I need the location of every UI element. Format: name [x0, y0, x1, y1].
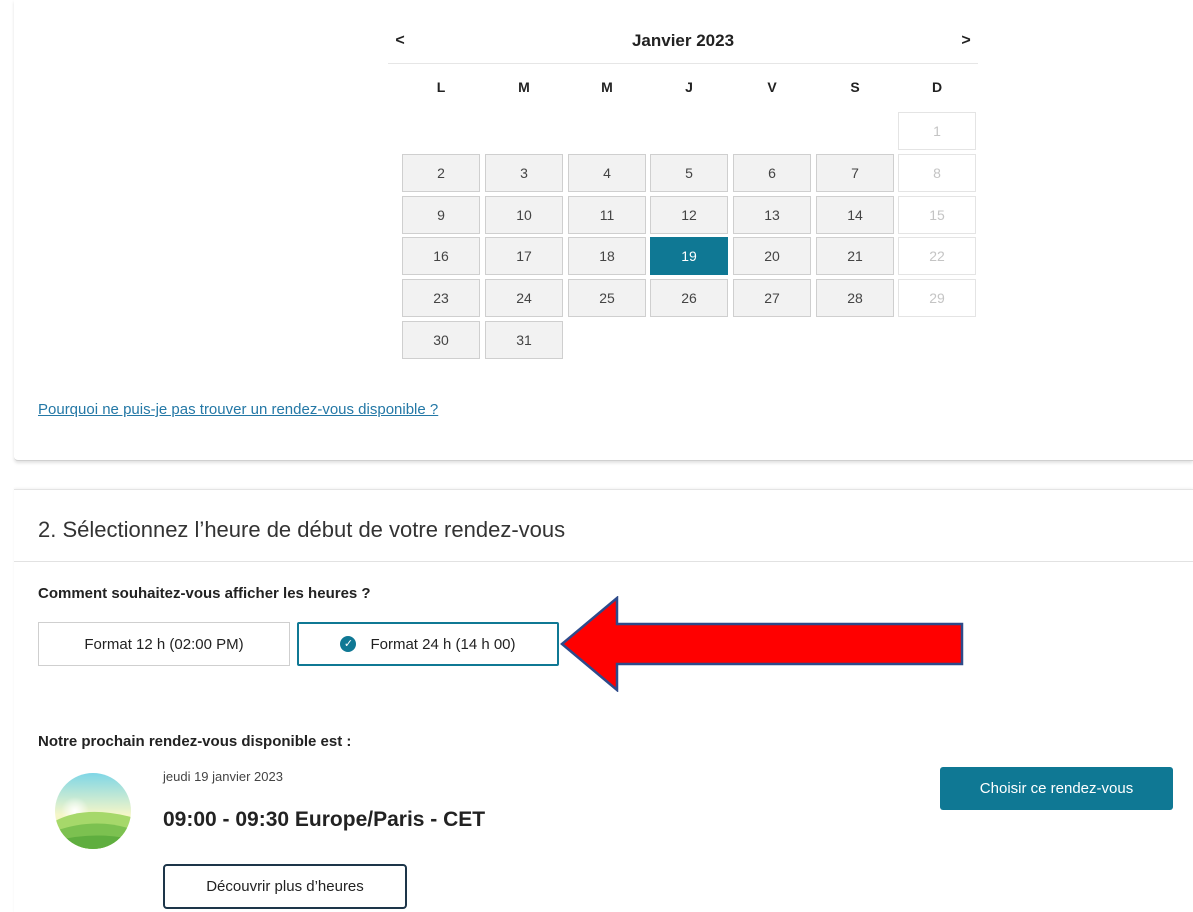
- weekday-header: V: [767, 79, 777, 95]
- next-month-button[interactable]: >: [954, 32, 978, 50]
- format-12h-button[interactable]: Format 12 h (02:00 PM): [38, 622, 290, 666]
- calendar-day[interactable]: 17: [485, 237, 563, 275]
- weekday-header: M: [518, 79, 530, 95]
- calendar-day[interactable]: 6: [733, 154, 811, 192]
- calendar-header: < Janvier 2023 >: [388, 28, 978, 64]
- calendar-day[interactable]: 21: [816, 237, 894, 275]
- calendar-day: 1: [898, 112, 976, 150]
- calendar-day[interactable]: 30: [402, 321, 480, 359]
- section-title: 2. Sélectionnez l’heure de début de votr…: [38, 517, 566, 542]
- calendar-day[interactable]: 28: [816, 279, 894, 317]
- calendar-day[interactable]: 23: [402, 279, 480, 317]
- calendar-day[interactable]: 26: [650, 279, 728, 317]
- calendar-day[interactable]: 5: [650, 154, 728, 192]
- weekday-header: L: [436, 79, 446, 95]
- calendar-day[interactable]: 24: [485, 279, 563, 317]
- calendar-day[interactable]: 3: [485, 154, 563, 192]
- time-card: [14, 489, 1193, 912]
- weekday-header: S: [850, 79, 860, 95]
- calendar-day[interactable]: 2: [402, 154, 480, 192]
- section-divider: [14, 561, 1193, 562]
- calendar-day[interactable]: 20: [733, 237, 811, 275]
- calendar-day[interactable]: 11: [568, 196, 646, 234]
- calendar-day[interactable]: 27: [733, 279, 811, 317]
- calendar-month-title: Janvier 2023: [631, 31, 735, 50]
- appointment-time: 09:00 - 09:30 Europe/Paris - CET: [163, 808, 486, 831]
- red-arrow-annotation: [560, 596, 964, 692]
- calendar-day[interactable]: 10: [485, 196, 563, 234]
- calendar-day[interactable]: 31: [485, 321, 563, 359]
- weekday-header: M: [601, 79, 613, 95]
- calendar-day[interactable]: 25: [568, 279, 646, 317]
- more-times-button[interactable]: Découvrir plus d’heures: [163, 864, 407, 909]
- calendar-day[interactable]: 9: [402, 196, 480, 234]
- calendar-day: 22: [898, 237, 976, 275]
- sunrise-landscape-icon: [55, 773, 131, 849]
- calendar-day[interactable]: 16: [402, 237, 480, 275]
- format-question: Comment souhaitez-vous afficher les heur…: [38, 585, 371, 602]
- format-24h-button[interactable]: ✓ Format 24 h (14 h 00): [297, 622, 559, 666]
- calendar-day[interactable]: 4: [568, 154, 646, 192]
- format-12h-label: Format 12 h (02:00 PM): [84, 635, 244, 653]
- calendar-day[interactable]: 13: [733, 196, 811, 234]
- appointment-date: jeudi 19 janvier 2023: [163, 769, 283, 784]
- weekday-header: J: [685, 79, 693, 95]
- help-link[interactable]: Pourquoi ne puis-je pas trouver un rende…: [38, 401, 438, 418]
- booking-page: < Janvier 2023 > L M M J V S D 1 2 3 4 5 6 7 8 9 10 11 12 1…: [0, 0, 1193, 912]
- calendar-day-selected[interactable]: 19: [650, 237, 728, 275]
- calendar-day[interactable]: 7: [816, 154, 894, 192]
- calendar-day[interactable]: 12: [650, 196, 728, 234]
- calendar-day[interactable]: 14: [816, 196, 894, 234]
- calendar-day[interactable]: 18: [568, 237, 646, 275]
- calendar-day: 8: [898, 154, 976, 192]
- format-24h-label: Format 24 h (14 h 00): [370, 635, 516, 653]
- calendar-day: 29: [898, 279, 976, 317]
- weekday-header: D: [931, 79, 943, 95]
- check-circle-icon: ✓: [340, 636, 357, 652]
- choose-appointment-button[interactable]: Choisir ce rendez-vous: [940, 767, 1173, 810]
- calendar-day: 15: [898, 196, 976, 234]
- next-appointment-label: Notre prochain rendez-vous disponible es…: [38, 733, 352, 750]
